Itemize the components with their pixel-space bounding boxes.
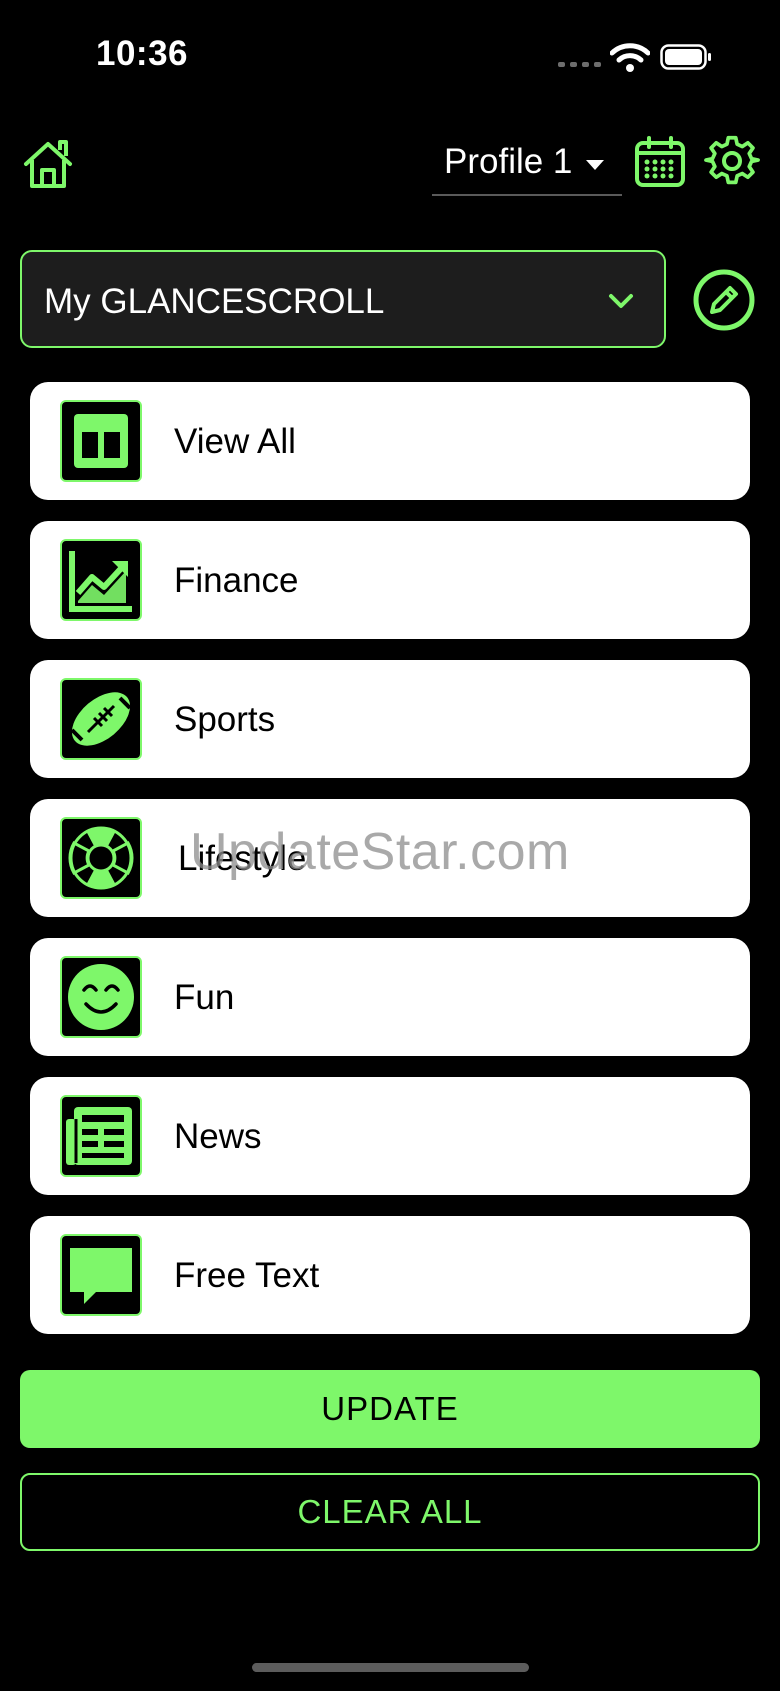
edit-pencil-icon[interactable] [692, 268, 756, 332]
list-item-finance[interactable]: Finance [30, 521, 750, 639]
status-time: 10:36 [96, 34, 189, 73]
smiley-icon [68, 964, 134, 1030]
finance-chart-icon [69, 551, 132, 612]
list-item-label: Free Text [174, 1256, 320, 1295]
caret-down-icon [586, 160, 604, 170]
list-item-label: Fun [174, 978, 235, 1017]
watermark: UpdateStar.com [190, 823, 570, 881]
list-item-view-all[interactable]: View All [30, 382, 750, 500]
wifi-icon [610, 43, 650, 72]
home-indicator[interactable] [252, 1663, 529, 1672]
list-item-news[interactable]: News [30, 1077, 750, 1195]
list-item-free-text[interactable]: Free Text [30, 1216, 750, 1334]
glancescroll-selector[interactable]: My GLANCESCROLL [20, 250, 666, 348]
calendar-icon[interactable] [634, 136, 686, 188]
chat-bubble-icon [70, 1248, 132, 1304]
lifebuoy-icon [68, 826, 134, 890]
view-all-icon [74, 414, 128, 468]
gear-icon[interactable] [704, 134, 760, 190]
home-icon[interactable] [20, 136, 76, 192]
chevron-down-icon [609, 294, 633, 308]
battery-icon [660, 44, 711, 70]
football-icon [70, 692, 132, 746]
profile-dropdown[interactable]: Profile 1 [432, 134, 622, 196]
list-item-sports[interactable]: Sports [30, 660, 750, 778]
selector-value: My GLANCESCROLL [44, 282, 385, 321]
newspaper-icon [66, 1107, 132, 1165]
list-item-label: News [174, 1117, 262, 1156]
list-item-fun[interactable]: Fun [30, 938, 750, 1056]
update-button[interactable]: UPDATE [20, 1370, 760, 1448]
list-item-label: Finance [174, 561, 299, 600]
cellular-signal-icon [558, 62, 601, 67]
profile-label: Profile 1 [444, 142, 573, 181]
list-item-label: View All [174, 422, 296, 461]
clear-all-button[interactable]: CLEAR ALL [20, 1473, 760, 1551]
list-item-label: Sports [174, 700, 276, 739]
